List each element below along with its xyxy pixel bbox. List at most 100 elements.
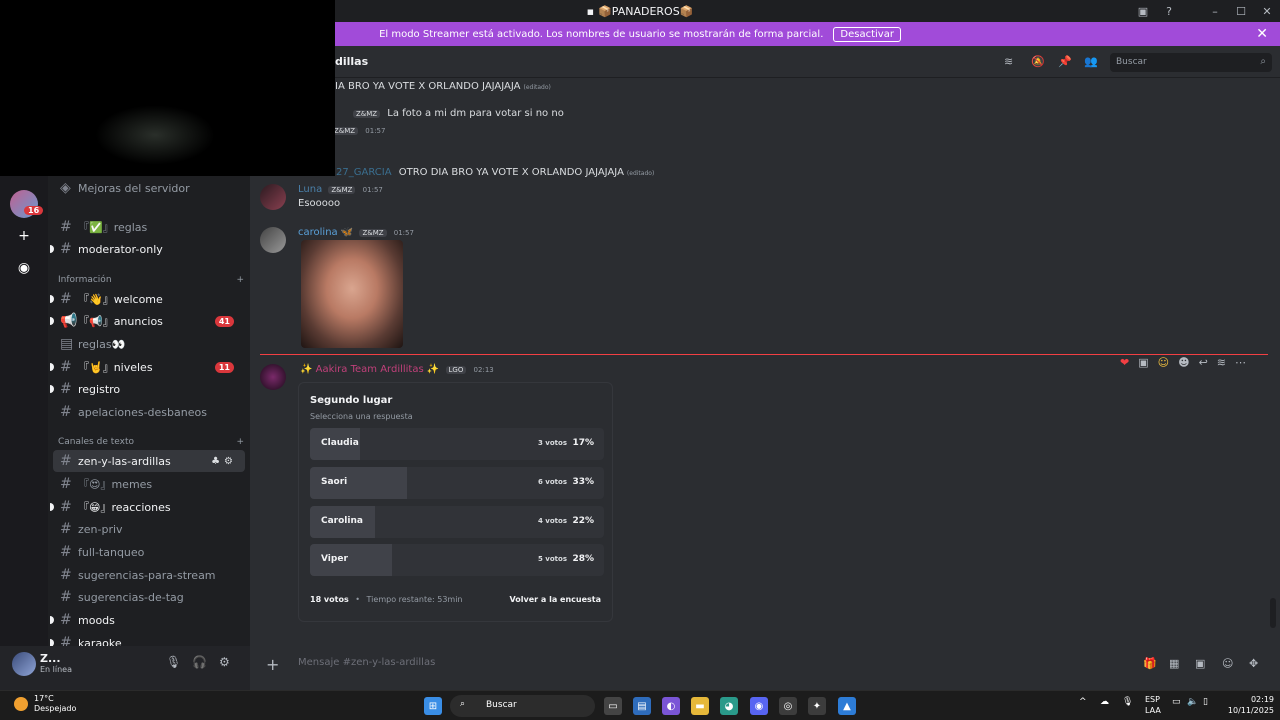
discord-icon[interactable]: ◉ — [750, 697, 768, 715]
minimize-button[interactable]: – — [1202, 5, 1228, 18]
message-content: Z&MZ La foto a mi dm para votar si no no — [350, 108, 564, 119]
message-author[interactable]: Luna — [298, 184, 322, 195]
poll-option[interactable]: Viper 5 votos 28% — [310, 544, 604, 576]
channel-memes[interactable]: # 『😍』memes — [53, 473, 245, 495]
category-canales-de-texto[interactable]: Canales de texto + — [58, 437, 244, 447]
windows-start-icon[interactable]: ⊞ — [424, 697, 442, 715]
onedrive-icon[interactable]: ☁ — [1100, 697, 1109, 707]
photos-icon[interactable]: ▲ — [838, 697, 856, 715]
channel-reglas-2[interactable]: ▤ reglas👀 — [53, 333, 245, 355]
avatar[interactable] — [260, 227, 286, 253]
close-banner-icon[interactable]: ✕ — [1256, 26, 1268, 42]
back-to-poll-button[interactable]: Volver a la encuesta — [510, 595, 601, 604]
maximize-button[interactable]: ☐ — [1228, 5, 1254, 18]
poll-option[interactable]: Claudia 3 votos 17% — [310, 428, 604, 460]
username[interactable]: Z... — [40, 652, 61, 665]
create-thread-icon[interactable]: ≋ — [1217, 356, 1226, 369]
mic-tray-icon[interactable]: 🎙 — [1122, 697, 1133, 707]
stream-preview-overlay[interactable] — [0, 0, 335, 176]
message-author[interactable]: carolina 🦋 — [298, 227, 353, 238]
chat-scrollbar[interactable] — [1270, 598, 1276, 628]
message-composer: + Mensaje #zen-y-las-ardillas 🎁 ▦ ▣ ☺ ✥ — [250, 645, 1280, 690]
channel-sugerencias-para-stream[interactable]: # sugerencias-para-stream — [53, 564, 245, 586]
gif-icon[interactable]: ▦ — [1169, 657, 1179, 670]
threads-icon[interactable]: ≋ — [1004, 55, 1013, 68]
channel-anuncios[interactable]: 📢 『📢』anuncios 41 — [50, 310, 245, 332]
member-list-icon[interactable]: 👥 — [1084, 55, 1098, 68]
network-icon[interactable]: ▭ — [1172, 697, 1181, 707]
heart-reaction-icon[interactable]: ❤ — [1120, 356, 1129, 369]
language-indicator[interactable]: ESP LAA — [1145, 694, 1161, 716]
channel-karaoke[interactable]: # karaoke — [50, 632, 245, 646]
task-view-icon[interactable]: ▭ — [604, 697, 622, 715]
taskbar-search[interactable]: ⌕ Buscar — [450, 695, 595, 717]
app-icon[interactable]: ✦ — [808, 697, 826, 715]
channel-registro[interactable]: # registro — [50, 378, 245, 400]
channel-reglas[interactable]: # 『✅』reglas — [53, 216, 245, 238]
copilot-icon[interactable]: ◐ — [662, 697, 680, 715]
category-informacion[interactable]: Información + — [58, 275, 244, 285]
server-boost-link[interactable]: ◈ Mejoras del servidor — [53, 177, 245, 199]
hash-icon: # — [60, 219, 72, 235]
taskbar-clock[interactable]: 02:19 10/11/2025 — [1222, 694, 1274, 716]
hash-icon: # — [60, 544, 72, 560]
add-channel-icon[interactable]: + — [236, 437, 244, 447]
search-icon: ⌕ — [1260, 56, 1266, 67]
headphones-icon[interactable]: 🎧 — [192, 655, 207, 669]
message-input[interactable]: Mensaje #zen-y-las-ardillas — [298, 657, 435, 668]
battery-icon[interactable]: ▯ — [1203, 697, 1208, 707]
channel-niveles[interactable]: # 『🤘』niveles 11 — [50, 356, 245, 378]
close-window-button[interactable]: ✕ — [1254, 5, 1280, 18]
more-options-icon[interactable]: ⋯ — [1235, 356, 1246, 369]
emoji-icon[interactable]: ☺ — [1222, 657, 1233, 670]
inbox-icon[interactable]: ▣ — [1130, 5, 1156, 18]
channel-moderator-only[interactable]: # moderator-only — [50, 238, 245, 260]
attach-plus-icon[interactable]: + — [266, 655, 279, 674]
reply-icon[interactable]: ↩ — [1199, 356, 1208, 369]
tray-overflow-icon[interactable]: ^ — [1079, 697, 1087, 707]
windows-taskbar: 17°C Despejado ⊞ ⌕ Buscar ▭ ▤ ◐ ▬ ◕ ◉ ◎ … — [0, 690, 1280, 720]
search-input[interactable]: Buscar ⌕ — [1110, 53, 1272, 72]
edge-icon[interactable]: ◕ — [720, 697, 738, 715]
channel-full-tanqueo[interactable]: # full-tanqueo — [53, 541, 245, 563]
role-tag: Z&MZ — [353, 110, 381, 118]
add-server-icon[interactable]: + — [10, 222, 38, 250]
add-reaction-icon[interactable]: ☻ — [1178, 356, 1189, 369]
microphone-icon[interactable]: 🎙 — [166, 655, 181, 669]
channel-reacciones[interactable]: # 『😁』reacciones — [50, 496, 245, 518]
channel-sugerencias-de-tag[interactable]: # sugerencias-de-tag — [53, 586, 245, 608]
channel-moods[interactable]: # moods — [50, 609, 245, 631]
message-author[interactable]: 27_GARCIA — [336, 167, 392, 178]
message-author[interactable]: ✨ Aakira Team Ardillitas ✨ — [300, 364, 439, 375]
disable-streamer-button[interactable]: Desactivar — [833, 26, 901, 42]
discover-icon[interactable]: ◉ — [10, 254, 38, 282]
channel-apelaciones[interactable]: # apelaciones-desbaneos — [53, 401, 245, 423]
poll-option[interactable]: Saori 6 votos 33% — [310, 467, 604, 499]
pin-icon[interactable]: 📌 — [1058, 55, 1072, 68]
emoji-reaction-icon[interactable]: ▣ — [1138, 356, 1148, 369]
channel-settings-icons[interactable]: ♣⚙ — [211, 456, 237, 467]
store-icon[interactable]: ▤ — [633, 697, 651, 715]
channel-zen-y-las-ardillas[interactable]: # zen-y-las-ardillas ♣⚙ — [53, 450, 245, 472]
avatar[interactable] — [260, 364, 286, 390]
avatar[interactable] — [260, 184, 286, 210]
chrome-icon[interactable]: ◎ — [779, 697, 797, 715]
weather-widget[interactable]: 17°C Despejado — [14, 694, 76, 714]
mute-bell-icon[interactable]: 🔕 — [1031, 55, 1045, 68]
apps-icon[interactable]: ✥ — [1249, 657, 1258, 670]
volume-icon[interactable]: 🔈 — [1187, 697, 1198, 707]
image-attachment[interactable] — [301, 240, 403, 348]
settings-gear-icon[interactable]: ⚙ — [219, 655, 230, 669]
poll-card: Segundo lugar Selecciona una respuesta C… — [298, 382, 613, 622]
channel-zen-priv[interactable]: # zen-priv — [53, 518, 245, 540]
channel-welcome[interactable]: # 『👋』welcome — [50, 288, 245, 310]
help-icon[interactable]: ? — [1156, 5, 1182, 18]
avatar[interactable] — [12, 652, 36, 676]
role-tag: LGO — [445, 366, 467, 374]
add-channel-icon[interactable]: + — [236, 275, 244, 285]
file-explorer-icon[interactable]: ▬ — [691, 697, 709, 715]
laugh-reaction-icon[interactable]: ☺ — [1158, 356, 1169, 369]
sticker-icon[interactable]: ▣ — [1195, 657, 1205, 670]
poll-option[interactable]: Carolina 4 votos 22% — [310, 506, 604, 538]
gift-icon[interactable]: 🎁 — [1143, 657, 1157, 670]
